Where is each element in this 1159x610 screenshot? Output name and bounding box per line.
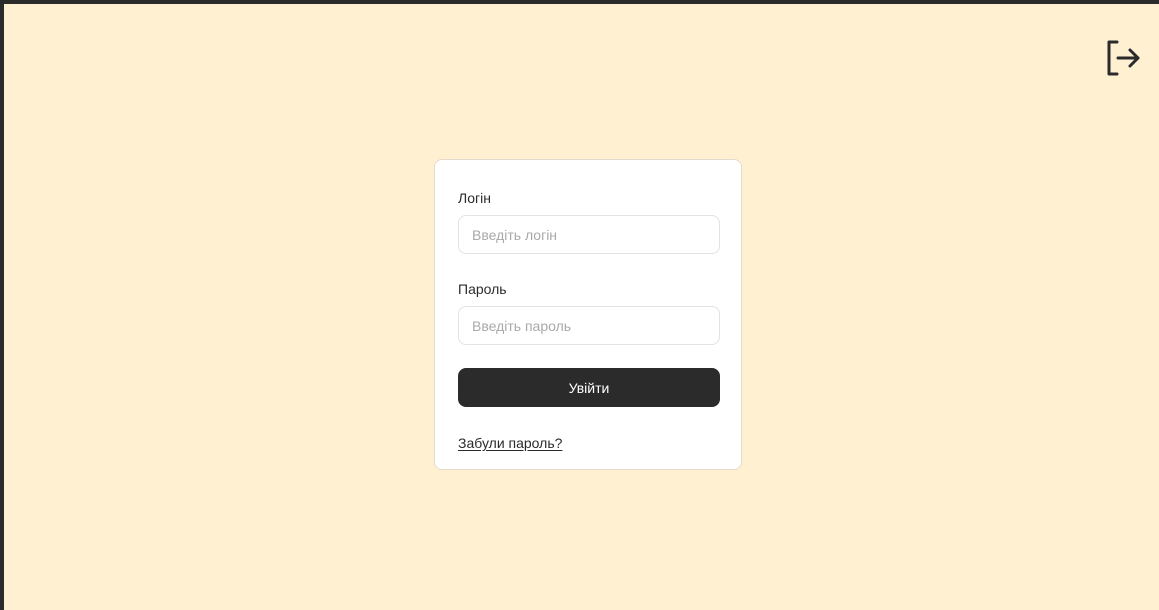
login-input[interactable] — [458, 215, 720, 254]
password-input[interactable] — [458, 306, 720, 345]
logout-button[interactable] — [1103, 36, 1143, 80]
login-submit-button[interactable]: Увійти — [458, 368, 720, 407]
app-window: Логін Пароль Увійти Забули пароль? — [0, 0, 1159, 610]
password-label: Пароль — [458, 281, 507, 297]
login-card: Логін Пароль Увійти Забули пароль? — [434, 159, 742, 470]
logout-icon — [1107, 40, 1140, 76]
forgot-password-link[interactable]: Забули пароль? — [458, 435, 562, 451]
login-label: Логін — [458, 190, 491, 206]
